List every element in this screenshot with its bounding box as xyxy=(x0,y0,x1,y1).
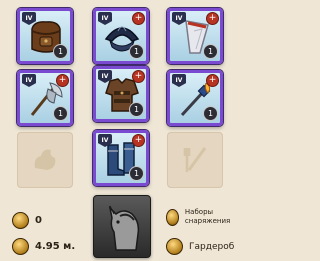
equipment-sets-button[interactable]: Наборы снаряжения xyxy=(166,208,240,226)
fork-knife-icon xyxy=(179,144,211,180)
quantity-badge: 1 xyxy=(203,44,218,59)
food-slot[interactable] xyxy=(17,132,73,188)
wardrobe-icon xyxy=(166,238,183,255)
armor-slot[interactable]: IV + 1 xyxy=(93,66,149,122)
chicken-icon xyxy=(29,144,61,180)
cape-slot[interactable]: IV + 1 xyxy=(167,8,223,64)
enchant-badge: + xyxy=(56,74,69,87)
enchant-badge: + xyxy=(206,74,219,87)
enchant-badge: + xyxy=(132,12,145,25)
horse-icon xyxy=(102,204,144,256)
weapon-slot[interactable]: IV + 1 xyxy=(17,70,73,126)
quantity-badge: 1 xyxy=(129,102,144,117)
silver-value: 0 xyxy=(35,215,42,226)
potion-slot[interactable] xyxy=(167,132,223,188)
equipment-sets-icon xyxy=(166,208,179,226)
item-power-value: 4.95 м. xyxy=(35,241,76,252)
quantity-badge: 1 xyxy=(53,44,68,59)
silver-stat: 0 xyxy=(12,212,42,229)
wardrobe-button[interactable]: Гардероб xyxy=(166,238,234,255)
bag-slot[interactable]: IV 1 xyxy=(17,8,73,64)
equipment-sets-label: Наборы снаряжения xyxy=(184,208,231,225)
enchant-badge: + xyxy=(206,12,219,25)
quantity-badge: 1 xyxy=(129,44,144,59)
enchant-badge: + xyxy=(132,70,145,83)
boots-slot[interactable]: IV + 1 xyxy=(93,130,149,186)
head-slot[interactable]: IV + 1 xyxy=(93,8,149,64)
offhand-slot[interactable]: IV + 1 xyxy=(167,70,223,126)
item-power-stat: 4.95 м. xyxy=(12,238,75,255)
item-power-icon xyxy=(12,238,29,255)
mount-slot[interactable] xyxy=(93,195,151,258)
quantity-badge: 1 xyxy=(203,106,218,121)
quantity-badge: 1 xyxy=(129,166,144,181)
wardrobe-label: Гардероб xyxy=(189,241,235,252)
quantity-badge: 1 xyxy=(53,106,68,121)
enchant-badge: + xyxy=(132,134,145,147)
silver-coin-icon xyxy=(12,212,29,229)
